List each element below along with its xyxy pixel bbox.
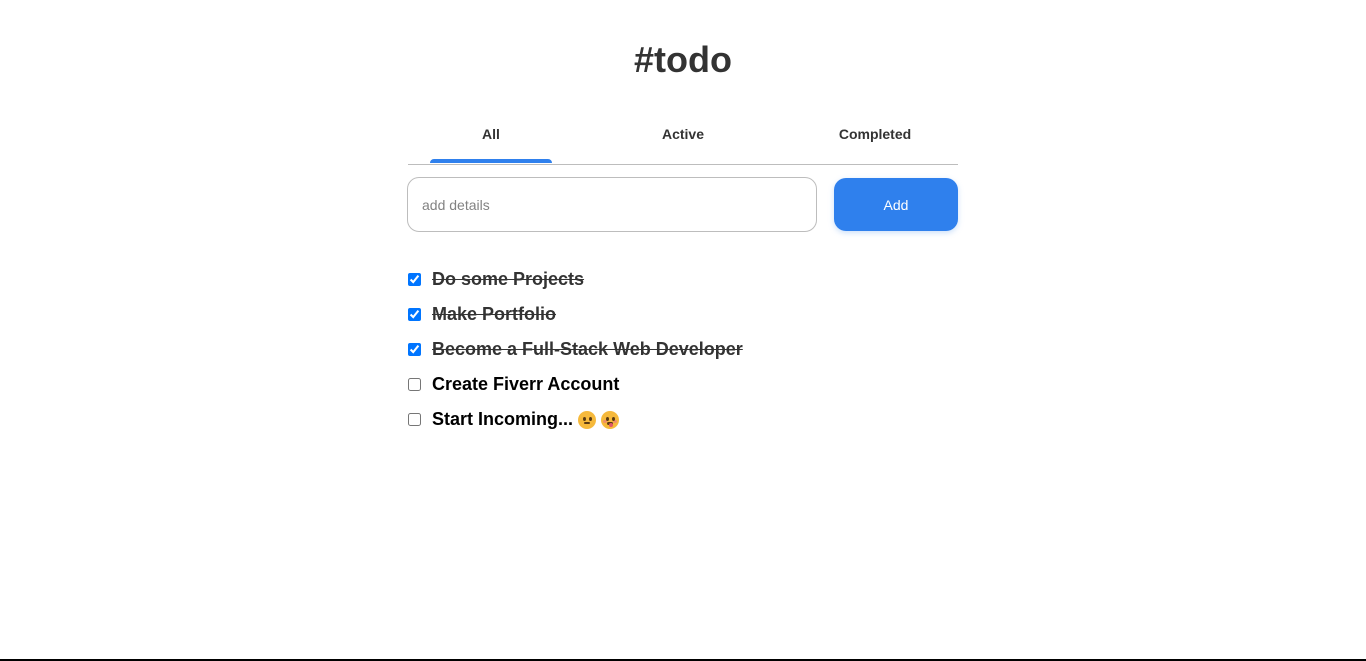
todo-text: Create Fiverr Account — [432, 374, 620, 394]
todo-item: Become a Full-Stack Web Developer — [407, 332, 958, 367]
todo-checkbox[interactable] — [408, 378, 421, 391]
todo-text: Make Portfolio — [432, 304, 557, 324]
todo-list: Do some Projects Make Portfolio Become a… — [407, 262, 958, 437]
todo-item: Do some Projects — [407, 262, 958, 297]
tab-completed-label: Completed — [838, 126, 912, 142]
todo-checkbox[interactable] — [408, 308, 421, 321]
active-tab-indicator — [430, 159, 552, 163]
todo-item: Create Fiverr Account — [407, 367, 958, 402]
face-with-tongue-icon — [601, 410, 620, 429]
add-details-input[interactable] — [407, 177, 817, 232]
tab-all[interactable]: All — [430, 112, 552, 164]
tab-all-label: All — [482, 126, 500, 142]
add-button[interactable]: Add — [834, 178, 958, 231]
smiling-face-icon — [578, 410, 597, 429]
tab-completed[interactable]: Completed — [814, 112, 936, 164]
todo-text: Become a Full-Stack Web Developer — [432, 339, 743, 359]
todo-item: Start Incoming... — [407, 402, 958, 437]
tab-active[interactable]: Active — [622, 112, 744, 164]
todo-item: Make Portfolio — [407, 297, 958, 332]
filter-tabs: All Active Completed — [408, 112, 958, 165]
todo-app: #todo All Active Completed Add Do some P… — [0, 0, 1366, 661]
todo-text: Start Incoming... — [432, 409, 574, 429]
tab-active-label: Active — [661, 126, 705, 142]
todo-text: Do some Projects — [432, 269, 585, 289]
todo-checkbox[interactable] — [408, 273, 421, 286]
todo-checkbox[interactable] — [408, 343, 421, 356]
page-title: #todo — [634, 39, 732, 80]
todo-checkbox[interactable] — [408, 413, 421, 426]
